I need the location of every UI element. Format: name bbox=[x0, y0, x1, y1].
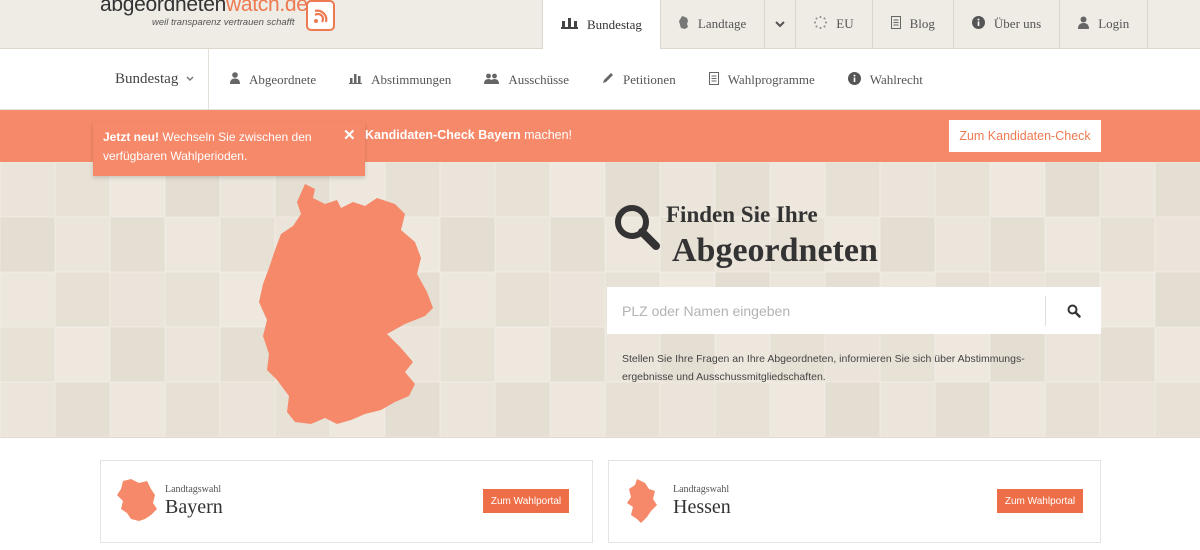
topnav-label: EU bbox=[836, 16, 854, 31]
banner-message: Kandidaten-Check Bayern machen! bbox=[365, 128, 572, 142]
topnav-ueber-uns[interactable]: Über uns bbox=[952, 0, 1059, 48]
subnav-label: Wahlprogramme bbox=[727, 71, 815, 87]
logo-name-part2: watch.de bbox=[226, 0, 308, 16]
subnav-label: Wahlrecht bbox=[869, 71, 923, 87]
subnav-label: Abgeordnete bbox=[249, 71, 317, 87]
top-navigation: Bundestag Landtage EU Blog Über uns Logi… bbox=[542, 0, 1149, 49]
banner-message-bold[interactable]: Kandidaten-Check Bayern bbox=[365, 128, 521, 142]
topnav-label: Blog bbox=[909, 16, 935, 31]
germany-map[interactable] bbox=[255, 184, 440, 426]
subnav-abgeordnete[interactable]: Abgeordnete bbox=[230, 72, 316, 88]
topnav-label: Über uns bbox=[993, 16, 1042, 31]
hero-description: Stellen Sie Ihre Fragen an Ihre Abgeordn… bbox=[622, 353, 1025, 383]
subnav-wahlrecht[interactable]: Wahlrecht bbox=[847, 71, 923, 88]
hero-heading-line1: Finden Sie Ihre bbox=[666, 202, 818, 227]
new-feature-tooltip: Jetzt neu! Wechseln Sie zwischen den ver… bbox=[93, 122, 365, 176]
wahlportal-button[interactable]: Zum Wahlportal bbox=[997, 489, 1083, 513]
banner-message-rest: machen! bbox=[520, 128, 573, 142]
top-bar: abgeordnetenwatch.de weil transparenz ve… bbox=[0, 0, 1200, 49]
kandidaten-check-button[interactable]: Zum Kandidaten-Check bbox=[949, 120, 1101, 152]
section-links: Abgeordnete Abstimmungen Ausschüsse Peti… bbox=[230, 49, 956, 110]
bar-chart-icon bbox=[349, 73, 363, 87]
wahlportal-button[interactable]: Zum Wahlportal bbox=[483, 489, 569, 513]
subnav-wahlprogramme[interactable]: Wahlprogramme bbox=[708, 71, 815, 88]
user-icon bbox=[1078, 16, 1090, 32]
card-state-name: Bayern bbox=[165, 496, 223, 518]
subnav-abstimmungen[interactable]: Abstimmungen bbox=[349, 72, 451, 88]
section-navigation: Bundestag Abgeordnete Abstimmungen Aussc… bbox=[0, 49, 1200, 110]
topnav-label: Landtage bbox=[697, 16, 747, 31]
hessen-map-icon bbox=[627, 479, 657, 523]
info-icon bbox=[847, 71, 861, 88]
parliament-icon bbox=[561, 17, 578, 32]
document-icon bbox=[708, 71, 719, 88]
section-switcher[interactable]: Bundestag bbox=[100, 49, 209, 110]
topnav-label: Bundestag bbox=[587, 16, 642, 32]
topnav-bundestag[interactable]: Bundestag bbox=[542, 0, 660, 49]
chevron-down-icon bbox=[186, 74, 194, 85]
search-button[interactable] bbox=[1046, 287, 1101, 334]
section-switcher-label: Bundestag bbox=[115, 71, 179, 87]
group-icon bbox=[484, 73, 500, 87]
search-input[interactable] bbox=[607, 287, 1045, 334]
hero-heading-line2: Abgeordneten bbox=[672, 232, 878, 269]
card-kicker: Landtagswahl bbox=[165, 484, 222, 495]
subnav-ausschuesse[interactable]: Ausschüsse bbox=[484, 72, 569, 88]
eu-stars-icon bbox=[814, 16, 828, 32]
logo-badge-icon bbox=[306, 0, 335, 31]
hero-section: Finden Sie Ihre Abgeordneten Stellen Sie… bbox=[0, 162, 1200, 438]
subnav-petitionen[interactable]: Petitionen bbox=[602, 72, 676, 88]
topnav-blog[interactable]: Blog bbox=[871, 0, 953, 48]
subnav-label: Petitionen bbox=[622, 71, 676, 87]
topnav-landtage[interactable]: Landtage bbox=[659, 0, 764, 48]
close-icon[interactable]: ✕ bbox=[343, 126, 356, 145]
card-state-name: Hessen bbox=[673, 496, 731, 518]
subnav-label: Abstimmungen bbox=[371, 71, 452, 87]
chevron-down-icon bbox=[775, 16, 785, 32]
document-icon bbox=[890, 16, 901, 32]
search-box bbox=[607, 287, 1101, 334]
bayern-map-icon bbox=[117, 479, 157, 521]
site-logo[interactable]: abgeordnetenwatch.de weil transparenz ve… bbox=[100, 0, 340, 36]
search-icon bbox=[1067, 304, 1081, 318]
logo-wordmark: abgeordnetenwatch.de bbox=[100, 0, 308, 17]
tooltip-bold: Jetzt neu! bbox=[103, 130, 160, 144]
topnav-login[interactable]: Login bbox=[1059, 0, 1149, 48]
election-card-bayern: Landtagswahl Bayern Zum Wahlportal bbox=[100, 460, 593, 543]
election-card-hessen: Landtagswahl Hessen Zum Wahlportal bbox=[608, 460, 1101, 543]
subnav-label: Ausschüsse bbox=[508, 71, 569, 87]
logo-tagline: weil transparenz vertrauen schafft bbox=[152, 17, 295, 28]
election-cards: Landtagswahl Bayern Zum Wahlportal Landt… bbox=[0, 438, 1200, 550]
topnav-label: Login bbox=[1098, 16, 1130, 31]
germany-map-icon bbox=[678, 16, 689, 32]
person-icon bbox=[230, 72, 240, 87]
topnav-landtage-dropdown[interactable] bbox=[764, 0, 795, 48]
pen-icon bbox=[602, 72, 614, 87]
topnav-eu[interactable]: EU bbox=[795, 0, 871, 48]
search-magnifier-icon bbox=[615, 205, 660, 250]
logo-name-part1: abgeordneten bbox=[100, 0, 227, 16]
info-icon bbox=[971, 16, 985, 32]
card-kicker: Landtagswahl bbox=[673, 484, 730, 495]
